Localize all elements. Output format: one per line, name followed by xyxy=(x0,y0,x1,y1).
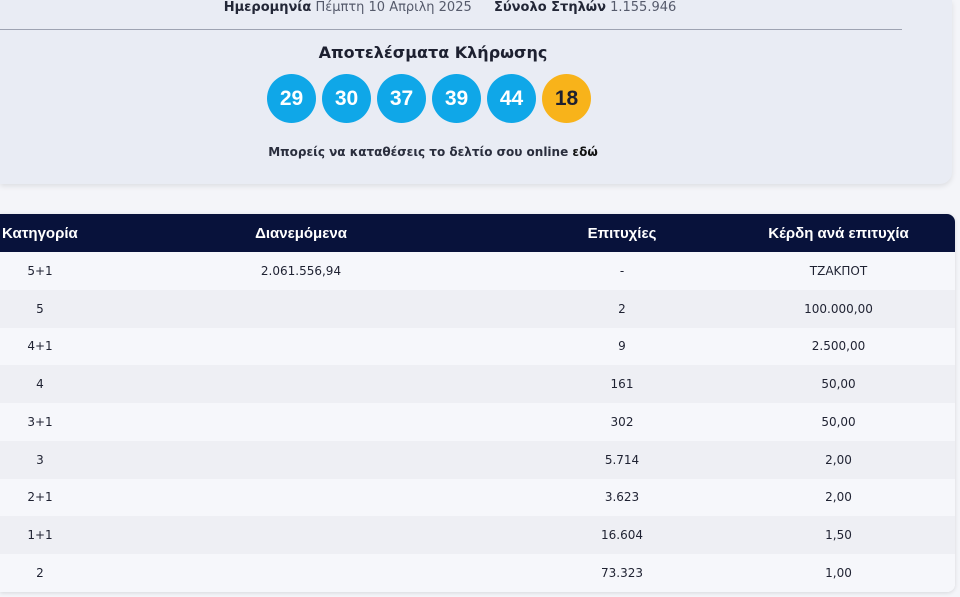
number-ball: 44 xyxy=(487,74,536,123)
distributed-cell xyxy=(80,328,522,366)
divider xyxy=(0,29,902,30)
category-cell: 5 xyxy=(36,301,44,316)
columns-value: 1.155.946 xyxy=(610,0,677,15)
prize-cell: 50,00 xyxy=(821,414,856,429)
number-ball: 30 xyxy=(322,74,371,123)
date-value: Πέμπτη 10 Απριλη 2025 xyxy=(315,0,472,15)
online-note: Μπορείς να καταθέσεις το δελτίο σου onli… xyxy=(0,145,866,159)
category-cell: 4 xyxy=(36,377,44,392)
prize-table-header: Κατηγορία Διανεμόμενα Επιτυχίες Κέρδη αν… xyxy=(0,214,955,252)
winning-numbers: 29 30 37 39 44 18 xyxy=(267,74,591,123)
columns-label: Σύνολο Στηλών xyxy=(494,0,606,15)
distributed-cell xyxy=(80,554,522,592)
column-header-category: Κατηγορία xyxy=(2,224,78,242)
distributed-cell xyxy=(80,403,522,441)
column-header-winners: Επιτυχίες xyxy=(587,224,657,242)
online-link[interactable]: εδώ xyxy=(572,145,597,159)
draw-results-card: Ημερομηνία Πέμπτη 10 Απριλη 2025 Σύνολο … xyxy=(0,0,952,184)
table-row: 5+1 2.061.556,94 - ΤΖΑΚΠΟΤ xyxy=(0,252,955,290)
prize-cell: 2,00 xyxy=(825,452,852,467)
winners-cell: 5.714 xyxy=(604,452,640,467)
joker-ball: 18 xyxy=(542,74,591,123)
category-cell: 1+1 xyxy=(27,528,53,543)
category-cell: 5+1 xyxy=(27,263,53,278)
distributed-cell xyxy=(80,479,522,517)
table-row: 2 73.323 1,00 xyxy=(0,554,955,592)
prize-cell: 2,00 xyxy=(825,490,852,505)
prize-table: Κατηγορία Διανεμόμενα Επιτυχίες Κέρδη αν… xyxy=(0,214,955,592)
winners-cell: 161 xyxy=(610,377,634,392)
table-row: 5 2 100.000,00 xyxy=(0,289,955,328)
prize-table-container: Κατηγορία Διανεμόμενα Επιτυχίες Κέρδη αν… xyxy=(0,214,955,592)
category-cell: 2+1 xyxy=(27,490,53,505)
winners-cell: 9 xyxy=(618,339,626,354)
distributed-cell xyxy=(80,516,522,554)
category-cell: 2 xyxy=(36,565,44,580)
number-ball: 29 xyxy=(267,74,316,123)
distributed-cell xyxy=(80,290,522,328)
table-row: 2+1 3.623 2,00 xyxy=(0,478,955,517)
column-header-prize: Κέρδη ανά επιτυχία xyxy=(768,224,909,242)
prize-cell: ΤΖΑΚΠΟΤ xyxy=(809,263,868,278)
category-cell: 4+1 xyxy=(27,339,53,354)
prize-cell: 2.500,00 xyxy=(811,339,866,354)
results-title: Αποτελέσματα Κλήρωσης xyxy=(318,43,548,62)
category-cell: 3+1 xyxy=(27,414,53,429)
column-header-distributed: Διανεμόμενα xyxy=(255,224,347,242)
number-ball: 39 xyxy=(432,74,481,123)
distributed-cell: 2.061.556,94 xyxy=(260,263,342,278)
winners-cell: 302 xyxy=(610,414,634,429)
category-cell: 3 xyxy=(36,452,44,467)
date-label: Ημερομηνία xyxy=(223,0,312,15)
draw-meta-row: Ημερομηνία Πέμπτη 10 Απριλη 2025 Σύνολο … xyxy=(0,0,900,16)
table-row: 3 5.714 2,00 xyxy=(0,440,955,479)
prize-cell: 1,00 xyxy=(825,565,852,580)
table-row: 4 161 50,00 xyxy=(0,365,955,403)
table-row: 3+1 302 50,00 xyxy=(0,403,955,441)
winners-cell: 2 xyxy=(618,301,626,316)
table-row: 1+1 16.604 1,50 xyxy=(0,516,955,554)
table-row: 4+1 9 2.500,00 xyxy=(0,327,955,366)
distributed-cell xyxy=(80,441,522,479)
prize-cell: 100.000,00 xyxy=(804,301,873,316)
distributed-cell xyxy=(80,365,522,403)
prize-cell: 50,00 xyxy=(821,377,856,392)
winners-cell: - xyxy=(619,263,625,278)
prize-table-body: 5+1 2.061.556,94 - ΤΖΑΚΠΟΤ 5 2 100.000,00 4+1 9 2… xyxy=(0,252,955,592)
number-ball: 37 xyxy=(377,74,426,123)
winners-cell: 16.604 xyxy=(601,528,643,543)
winners-cell: 3.623 xyxy=(604,490,640,505)
prize-cell: 1,50 xyxy=(825,528,852,543)
online-note-text: Μπορείς να καταθέσεις το δελτίο σου onli… xyxy=(268,145,569,159)
winners-cell: 73.323 xyxy=(601,565,643,580)
